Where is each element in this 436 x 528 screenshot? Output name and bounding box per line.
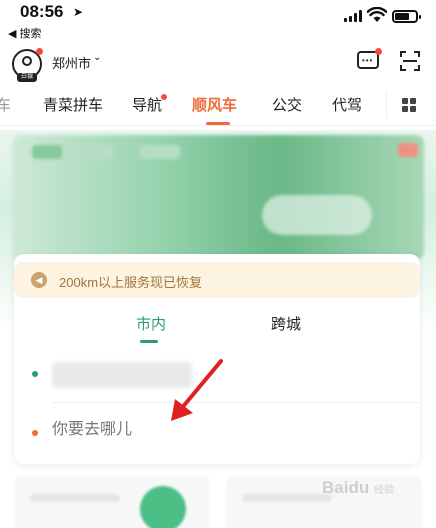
chevron-down-icon: ⌄ bbox=[93, 52, 102, 63]
location-arrow-icon: ➤ bbox=[73, 5, 84, 19]
member-badge: 白银 bbox=[17, 73, 37, 82]
grid-menu-icon[interactable] bbox=[402, 98, 416, 112]
promo-banner[interactable] bbox=[12, 135, 424, 260]
baidu-watermark: Baidu 经验 bbox=[322, 478, 394, 497]
service-notice[interactable]: ◀ 200km以上服务现已恢复 bbox=[14, 262, 420, 298]
tab-divider bbox=[386, 92, 387, 118]
service-tabs: 车 青菜拼车 导航 顺风车 公交 代驾 bbox=[0, 84, 436, 126]
megaphone-icon: ◀ bbox=[31, 272, 47, 288]
tab-navigation-dot bbox=[161, 94, 167, 100]
segment-indicator bbox=[140, 340, 158, 343]
divider bbox=[52, 402, 420, 403]
avatar[interactable]: 白银 bbox=[12, 48, 43, 82]
tab-carpool[interactable]: 青菜拼车 bbox=[43, 94, 103, 115]
active-tab-indicator bbox=[206, 122, 230, 125]
cellular-signal-icon bbox=[344, 10, 362, 22]
notice-text: 200km以上服务现已恢复 bbox=[59, 275, 203, 290]
tab-in-city[interactable]: 市内 bbox=[136, 313, 166, 334]
scan-icon[interactable] bbox=[400, 51, 420, 71]
status-bar: 08:56 ➤ ◀ 搜索 bbox=[0, 0, 436, 40]
notification-dot bbox=[36, 48, 43, 55]
tab-partial[interactable]: 车 bbox=[0, 94, 11, 115]
back-to-search-link[interactable]: ◀ 搜索 bbox=[8, 25, 42, 41]
wifi-icon bbox=[367, 7, 387, 22]
battery-icon bbox=[392, 10, 421, 23]
message-dots: ••• bbox=[362, 56, 374, 65]
annotation-arrow-icon bbox=[171, 359, 223, 421]
city-selector[interactable]: 郑州市 bbox=[52, 53, 91, 72]
tab-navigation[interactable]: 导航 bbox=[132, 94, 162, 115]
tab-intercity[interactable]: 跨城 bbox=[271, 313, 301, 334]
app-header: 白银 郑州市 ⌄ ••• bbox=[0, 40, 436, 84]
status-time: 08:56 bbox=[20, 2, 64, 21]
message-icon[interactable]: ••• bbox=[357, 48, 382, 69]
destination-dot-icon bbox=[32, 430, 38, 436]
tab-bus[interactable]: 公交 bbox=[272, 94, 302, 115]
origin-dot-icon bbox=[32, 371, 38, 377]
tab-designated-driver[interactable]: 代驾 bbox=[332, 94, 362, 115]
message-notification-dot bbox=[375, 48, 382, 55]
tab-hitch-ride[interactable]: 顺风车 bbox=[192, 94, 237, 115]
user-icon bbox=[22, 56, 32, 66]
bottom-card-left[interactable] bbox=[14, 476, 210, 528]
